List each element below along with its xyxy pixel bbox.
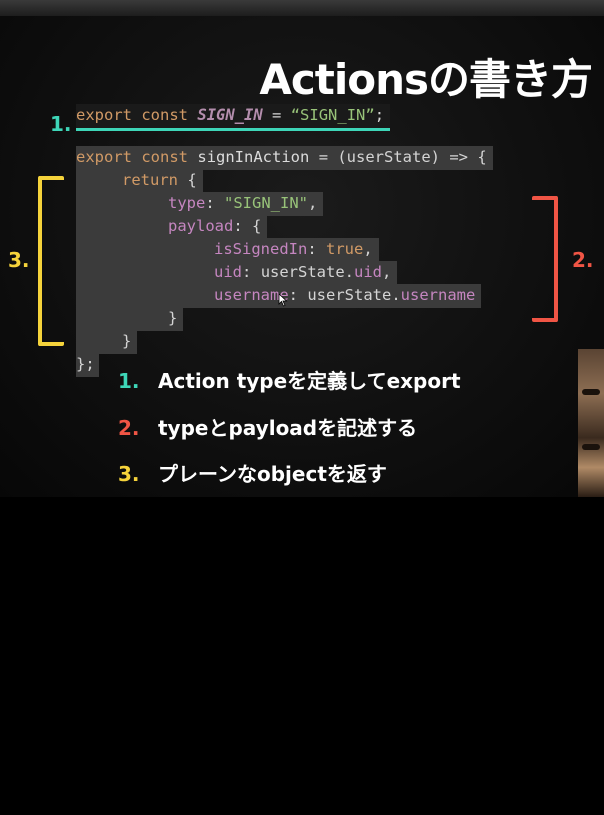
list-item-1: 1. Action typeを定義してexport <box>118 365 461 394</box>
code-colon: : <box>242 263 252 281</box>
code-line-4: type: "SIGN_IN", <box>76 192 324 216</box>
code-property: uid <box>354 263 383 281</box>
list-item-3: 3. プレーンなobjectを返す <box>118 458 387 487</box>
code-line-11: }; <box>76 353 99 377</box>
code-line-7: uid: userState.uid, <box>76 261 398 285</box>
code-comma: , <box>382 263 392 281</box>
label-one: 1. <box>50 112 72 136</box>
slide-title: Actionsの書き方 <box>259 55 593 104</box>
code-keyword: export <box>76 106 132 124</box>
list-number: 3. <box>118 462 140 486</box>
code-comma: , <box>363 240 373 258</box>
mouse-cursor-icon <box>278 293 288 307</box>
code-brace: } <box>168 309 178 327</box>
code-object: userState. <box>307 286 401 304</box>
code-constant: SIGN_IN <box>197 106 263 124</box>
code-colon: : <box>307 240 317 258</box>
code-keyword: const <box>141 148 189 166</box>
code-property: uid <box>214 263 242 281</box>
code-comma: , <box>308 194 318 212</box>
code-boolean: true <box>326 240 364 258</box>
code-property: payload <box>168 217 234 235</box>
code-operator: = <box>272 106 282 124</box>
code-string: "SIGN_IN" <box>224 194 309 212</box>
list-number: 1. <box>118 369 140 393</box>
code-line-3: return { <box>76 169 203 193</box>
code-line-2: export const signInAction = (userState) … <box>76 146 493 170</box>
window-top-bar <box>0 0 604 16</box>
code-line-9: } <box>76 307 184 331</box>
list-number: 2. <box>118 416 140 440</box>
code-brace: { <box>187 171 197 189</box>
code-keyword: export <box>76 148 132 166</box>
code-line-5: payload: { <box>76 215 268 239</box>
code-line-1: export const SIGN_IN = “SIGN_IN”; <box>76 104 391 131</box>
list-item-2: 2. typeとpayloadを記述する <box>118 412 417 441</box>
code-colon: : <box>288 286 298 304</box>
bracket-three <box>38 176 64 346</box>
code-colon: : <box>205 194 215 212</box>
code-property: isSignedIn <box>214 240 308 258</box>
code-object: userState. <box>260 263 355 281</box>
code-block: export const SIGN_IN = “SIGN_IN”; export… <box>0 16 493 815</box>
code-property: username <box>400 286 476 304</box>
list-text: typeとpayloadを記述する <box>158 416 418 440</box>
list-text: プレーンなobjectを返す <box>158 462 387 486</box>
label-two: 2. <box>572 248 594 272</box>
code-brace: : { <box>233 217 262 235</box>
code-string: “SIGN_IN” <box>290 106 375 124</box>
code-signature: = (userState) => { <box>318 148 487 166</box>
label-three: 3. <box>8 248 30 272</box>
bracket-two <box>532 196 558 322</box>
code-line-6: isSignedIn: true, <box>76 238 379 262</box>
code-property: type <box>168 194 206 212</box>
code-function-name: signInAction <box>197 148 310 166</box>
code-brace: } <box>122 332 132 350</box>
list-text: Action typeを定義してexport <box>158 369 461 393</box>
code-semicolon: ; <box>374 106 385 124</box>
code-keyword: const <box>141 106 189 124</box>
webcam-overlay <box>578 349 604 497</box>
presentation-slide: Actionsの書き方 1. export const SIGN_IN = “S… <box>0 16 604 497</box>
code-keyword: return <box>122 171 178 189</box>
code-line-10: } <box>76 330 138 354</box>
code-brace: }; <box>76 355 95 373</box>
